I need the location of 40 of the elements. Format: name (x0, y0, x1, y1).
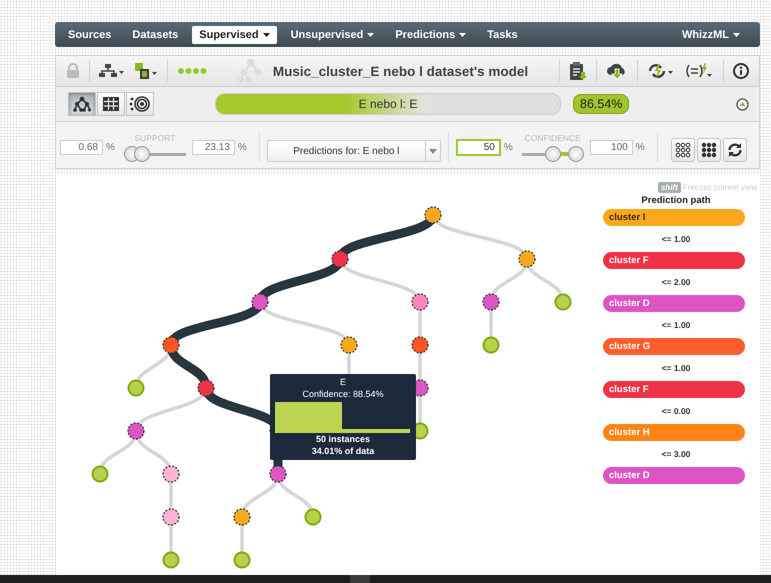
path-node: cluster D (603, 467, 745, 484)
tooltip-instances: 50 instances (316, 433, 370, 445)
path-title: Prediction path (640, 195, 712, 206)
path-condition: <= 3.00 (660, 448, 692, 461)
path-node: cluster F (603, 381, 745, 398)
confidence-badge: 86.54% (573, 94, 630, 114)
path-condition: <= 1.00 (660, 233, 692, 246)
tooltip-title: E (340, 376, 346, 388)
number-field[interactable]: 100 (590, 140, 633, 155)
prediction-label: E nebo l: E (358, 97, 418, 111)
objective-dropdown[interactable]: Predictions for: E nebo l (266, 140, 441, 162)
path-node: cluster D (603, 295, 745, 312)
path-condition: <= 1.00 (660, 362, 692, 375)
nav-menu-item[interactable]: Supervised (192, 26, 277, 44)
percent-label: % (106, 142, 115, 153)
number-field[interactable]: 23.13 (192, 140, 235, 155)
nav-menu-item[interactable]: Datasets (125, 26, 186, 44)
key-badge: shift (658, 182, 681, 193)
nav-menu-item[interactable]: Unsupervised (284, 26, 382, 44)
path-node: cluster G (603, 338, 745, 355)
path-condition: <= 0.00 (660, 405, 692, 418)
path-node: cluster I (603, 209, 745, 226)
model-title: Music_cluster_E nebo l dataset's model (272, 64, 528, 78)
number-field[interactable]: 0.68 (60, 140, 103, 155)
nav-menu-item[interactable]: Sources (61, 26, 118, 44)
nav-menu-item[interactable]: WhizzML (674, 26, 747, 44)
slider-label: SUPPORT (134, 133, 176, 143)
path-node: cluster F (603, 252, 745, 269)
path-condition: <= 2.00 (660, 276, 692, 289)
number-field[interactable]: 50 (456, 139, 501, 156)
tooltip-confidence: Confidence: 88.54% (302, 388, 384, 400)
percent-label: % (504, 142, 513, 153)
percent-label: % (636, 142, 645, 153)
nav-menu-item[interactable]: Predictions (388, 26, 474, 44)
path-condition: <= 1.00 (660, 319, 692, 332)
nav-menu-item[interactable]: Tasks (480, 26, 525, 44)
path-node: cluster H (603, 424, 745, 441)
percent-label: % (238, 142, 247, 153)
slider-label: CONFIDENCE (524, 133, 581, 143)
tooltip-share: 34.01% of data (312, 445, 374, 457)
